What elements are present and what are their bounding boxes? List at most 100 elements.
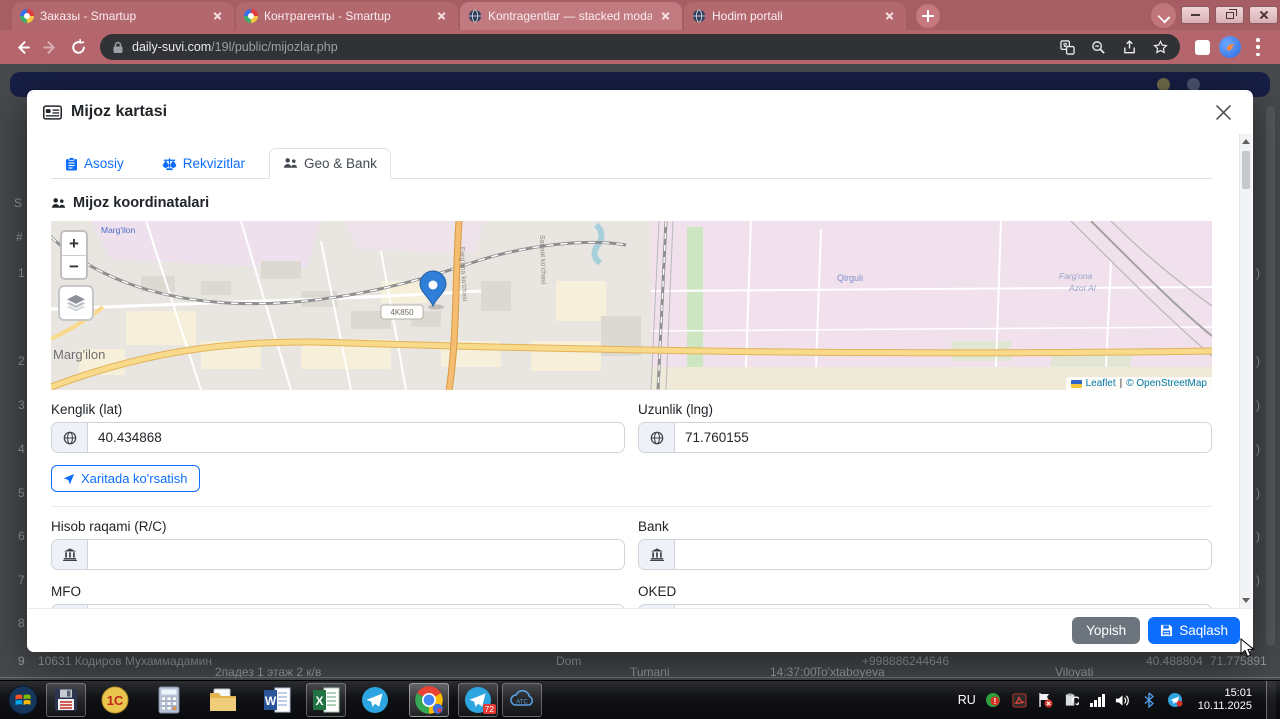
network-signal-icon[interactable] xyxy=(1089,692,1106,709)
tab-zakazy[interactable]: Заказы - Smartup xyxy=(12,2,234,30)
tab-hodim-portali[interactable]: Hodim portali xyxy=(684,2,906,30)
map-label-plant1: Farg'ona xyxy=(1059,271,1093,281)
svg-text:ATC: ATC xyxy=(516,700,528,706)
addressbar-actions xyxy=(1060,39,1168,55)
scrollbar-thumb[interactable] xyxy=(1242,151,1250,189)
map-layers-button[interactable] xyxy=(58,285,94,321)
tab-close-icon[interactable] xyxy=(210,8,226,24)
lat-field-group: Kenglik (lat) xyxy=(51,402,625,453)
zoom-in-button[interactable]: + xyxy=(62,232,86,255)
action-center-flag-icon[interactable] xyxy=(1037,692,1054,709)
attr-separator: | xyxy=(1119,378,1123,389)
restore-button[interactable] xyxy=(1215,6,1244,24)
excel-icon: X xyxy=(313,687,340,713)
map-canvas[interactable]: 4K850 Marg'ilon Marg'ilon Qirguli Farg'o… xyxy=(51,221,1212,390)
browser-toolbar: daily-suvi.com/19l/public/mijozlar.php xyxy=(0,30,1280,64)
show-on-map-button[interactable]: Xaritada ko'rsatish xyxy=(51,465,200,492)
save-icon xyxy=(1161,624,1173,637)
bg-row-num: 3 xyxy=(18,398,25,412)
tab-title: Контрагенты - Smartup xyxy=(264,9,391,23)
close-window-button[interactable] xyxy=(1249,6,1278,24)
yopish-button[interactable]: Yopish xyxy=(1072,617,1141,644)
url-path: /19l/public/mijozlar.php xyxy=(211,40,338,54)
map-attribution: Leaflet | © OpenStreetMap xyxy=(1065,377,1212,390)
language-indicator[interactable]: RU xyxy=(958,693,976,707)
taskbar-excel-app[interactable]: X xyxy=(306,683,346,717)
antivirus-tray-icon[interactable]: ! xyxy=(985,692,1002,709)
volume-icon[interactable] xyxy=(1115,692,1132,709)
taskbar-word-app[interactable]: W xyxy=(257,683,297,717)
tab-asosiy[interactable]: Asosiy xyxy=(51,148,138,179)
mouse-cursor xyxy=(1240,638,1255,658)
window-controls xyxy=(1151,1,1278,29)
lat-input[interactable] xyxy=(88,423,624,452)
back-button[interactable] xyxy=(8,33,36,61)
leaflet-map[interactable]: 4K850 Marg'ilon Marg'ilon Qirguli Farg'o… xyxy=(51,221,1212,390)
share-icon[interactable] xyxy=(1122,39,1137,55)
bank-icon xyxy=(52,540,88,569)
menu-button[interactable] xyxy=(1244,33,1272,61)
show-desktop-button[interactable] xyxy=(1266,680,1276,719)
extension-button[interactable] xyxy=(1188,33,1216,61)
telegram-icon xyxy=(362,687,388,713)
osm-link[interactable]: © OpenStreetMap xyxy=(1126,378,1207,389)
saqlash-button[interactable]: Saqlash xyxy=(1148,617,1240,644)
zoom-out-icon[interactable] xyxy=(1091,40,1106,55)
bluetooth-icon[interactable] xyxy=(1141,692,1158,709)
taskbar-explorer-app[interactable] xyxy=(203,683,243,717)
taskbar-clock[interactable]: 15:01 10.11.2025 xyxy=(1198,687,1252,714)
globe-favicon xyxy=(692,9,706,23)
tab-close-icon[interactable] xyxy=(882,8,898,24)
save-label: Saqlash xyxy=(1179,623,1228,638)
scroll-up-icon[interactable] xyxy=(1240,135,1252,148)
minimize-button[interactable] xyxy=(1181,6,1210,24)
taskbar-cloud-app[interactable]: ATC xyxy=(502,683,542,717)
taskbar-chrome-app[interactable] xyxy=(409,683,449,717)
svg-text:4K850: 4K850 xyxy=(390,308,414,317)
tab-kontragentlar-active[interactable]: Kontragentlar — stacked modal ( xyxy=(460,2,682,30)
bg-table-border xyxy=(0,677,1280,678)
avatar xyxy=(1219,36,1241,58)
modal-close-button[interactable] xyxy=(1209,98,1237,126)
svg-text:1С: 1С xyxy=(107,693,124,708)
globe-icon xyxy=(639,423,675,452)
tab-kontragenty[interactable]: Контрагенты - Smartup xyxy=(236,2,458,30)
zoom-out-button[interactable]: − xyxy=(62,255,86,278)
messenger-tray-icon[interactable] xyxy=(1167,692,1184,709)
taskbar-calculator-app[interactable] xyxy=(149,683,189,717)
tab-geo-bank[interactable]: Geo & Bank xyxy=(269,148,391,179)
bg-paren: ) xyxy=(1256,398,1260,412)
forward-button[interactable] xyxy=(36,33,64,61)
lock-icon xyxy=(113,41,123,53)
start-button[interactable] xyxy=(6,683,40,717)
taskbar-telegram2-app[interactable]: 72 xyxy=(458,683,498,717)
new-tab-button[interactable] xyxy=(916,4,940,28)
browser-tabstrip: Заказы - Smartup Контрагенты - Smartup K… xyxy=(0,0,1280,30)
bookmark-star-icon[interactable] xyxy=(1153,39,1168,55)
tab-title: Заказы - Smartup xyxy=(40,9,137,23)
tab-close-icon[interactable] xyxy=(434,8,450,24)
lng-input[interactable] xyxy=(675,423,1211,452)
taskbar-floppy-app[interactable] xyxy=(46,683,86,717)
profile-avatar[interactable] xyxy=(1216,33,1244,61)
modal-scrollbar[interactable] xyxy=(1239,134,1252,608)
lat-input-group xyxy=(51,422,625,453)
account-input[interactable] xyxy=(88,540,624,569)
tab-rekvizitlar[interactable]: Rekvizitlar xyxy=(148,148,259,179)
bank-row: Hisob raqami (R/C) Bank xyxy=(51,519,1212,570)
tab-close-icon[interactable] xyxy=(658,8,674,24)
taskbar-1c-app[interactable]: 1С xyxy=(95,683,135,717)
scroll-down-icon[interactable] xyxy=(1240,594,1252,607)
pdf-tray-icon[interactable] xyxy=(1011,692,1028,709)
taskbar-telegram-app[interactable] xyxy=(355,683,395,717)
address-bar[interactable]: daily-suvi.com/19l/public/mijozlar.php xyxy=(100,34,1180,60)
tab-search-chevron-icon[interactable] xyxy=(1151,2,1176,28)
reload-button[interactable] xyxy=(64,33,92,61)
leaflet-link[interactable]: Leaflet xyxy=(1086,378,1116,389)
users-map-icon xyxy=(51,197,66,208)
sync-tray-icon[interactable] xyxy=(1063,692,1080,709)
restore-icon xyxy=(1225,8,1237,19)
modal-footer: Yopish Saqlash xyxy=(27,608,1253,652)
translate-icon[interactable] xyxy=(1060,39,1075,55)
bank-input[interactable] xyxy=(675,540,1211,569)
